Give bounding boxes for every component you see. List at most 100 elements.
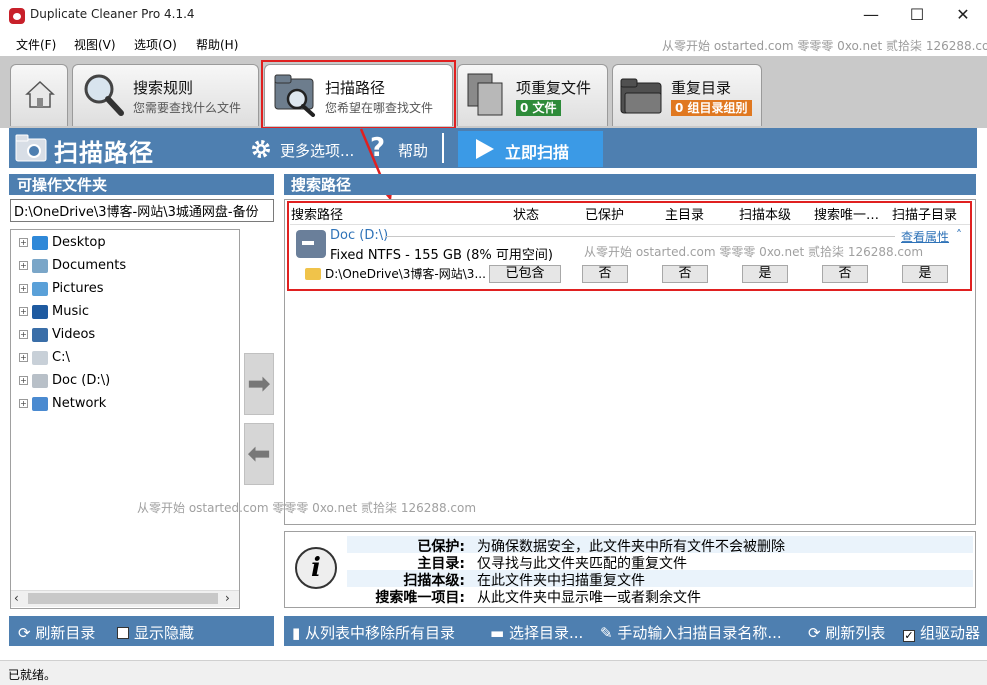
arrow-left-icon: ⬅ [247, 437, 271, 470]
group-drive-checkbox[interactable]: ✓ 组驱动器 [903, 622, 987, 643]
expand-icon[interactable]: + [19, 330, 28, 339]
legend-row: 搜索唯一项目: 从此文件夹中显示唯一或者剩余文件 [347, 587, 973, 606]
tree-item-desktop[interactable]: + Desktop [19, 235, 106, 255]
refresh-icon: ⟳ [18, 624, 31, 642]
expand-icon[interactable]: + [19, 284, 28, 293]
toolbar-title: 扫描路径 [54, 139, 154, 167]
tab-duplicate-files[interactable]: 项重复文件 0 文件 [457, 64, 608, 126]
documents-icon [32, 258, 48, 273]
tree-item-c-drive[interactable]: + C:\ [19, 350, 70, 370]
play-icon [476, 139, 494, 159]
legend-row: 主目录: 仅寻找与此文件夹匹配的重复文件 [347, 553, 973, 572]
tree-item-label: C:\ [52, 350, 70, 365]
window-title: Duplicate Cleaner Pro 4.1.4 [30, 7, 195, 21]
more-options-button[interactable]: 更多选项... [280, 140, 354, 161]
videos-icon [32, 327, 48, 342]
gear-icon [252, 140, 270, 158]
search-path-header [284, 174, 976, 195]
drive-icon [32, 373, 48, 388]
pencil-icon: ✎ [600, 624, 613, 642]
home-icon [25, 80, 55, 108]
expand-icon[interactable]: + [19, 353, 28, 362]
search-path-title: 搜索路径 [291, 176, 352, 194]
tree-item-music[interactable]: + Music [19, 304, 89, 324]
tree-item-label: Network [52, 396, 107, 411]
folder-search-icon [15, 134, 47, 162]
expand-icon[interactable]: + [19, 399, 28, 408]
checkbox-icon[interactable] [117, 627, 129, 639]
tab-duplicate-folders[interactable]: 重复目录 0 组目录组别 [612, 64, 762, 126]
menu-view[interactable]: 视图(V) [74, 36, 116, 53]
remove-all-label: 从列表中移除所有目录 [305, 624, 456, 642]
folders-icon [620, 78, 662, 114]
refresh-list-button[interactable]: ⟳ 刷新列表 [808, 622, 885, 643]
toolbar-divider [442, 133, 444, 163]
desktop-icon [32, 235, 48, 250]
refresh-folders-label: 刷新目录 [35, 624, 96, 642]
arrow-right-icon: ➡ [247, 367, 271, 400]
tree-item-documents[interactable]: + Documents [19, 258, 126, 278]
app-logo-icon [9, 8, 25, 24]
tab-criteria-subtitle: 您需要查找什么文件 [133, 101, 242, 115]
tab-duplicate-folders-title: 重复目录 [671, 79, 732, 97]
tab-criteria[interactable]: 搜索规则 您需要查找什么文件 [72, 64, 259, 126]
tree-item-label: Videos [52, 327, 96, 342]
folder-path-input[interactable] [10, 199, 274, 222]
magnifier-icon [84, 74, 124, 116]
tab-criteria-title: 搜索规则 [133, 79, 194, 97]
legend-value: 从此文件夹中显示唯一或者剩余文件 [477, 590, 701, 606]
tree-item-label: Pictures [52, 281, 104, 296]
status-bar [0, 660, 987, 685]
menu-help[interactable]: 帮助(H) [196, 36, 238, 53]
pictures-icon [32, 281, 48, 296]
folder-icon: ▬ [490, 624, 505, 642]
remove-all-folders-button[interactable]: ▮ 从列表中移除所有目录 [292, 622, 455, 643]
scrollbar-thumb[interactable] [28, 593, 218, 604]
watermark: 从零开始 ostarted.com 零零零 0xo.net 贰拾柒 126288… [137, 501, 477, 515]
network-icon [32, 396, 48, 411]
select-folder-label: 选择目录... [508, 624, 584, 642]
annotation-highlight-tab [261, 60, 456, 129]
tree-item-videos[interactable]: + Videos [19, 327, 95, 347]
refresh-folders-button[interactable]: ⟳ 刷新目录 [18, 622, 95, 643]
minimize-button[interactable]: — [848, 0, 894, 32]
legend-row: 已保护: 为确保数据安全，此文件夹中所有文件不会被删除 [347, 536, 973, 555]
operable-folders-title: 可操作文件夹 [17, 176, 108, 194]
scroll-right-icon[interactable]: › [225, 591, 230, 605]
checkbox-checked-icon[interactable]: ✓ [903, 630, 915, 642]
remove-from-list-button[interactable]: ⬅ [244, 423, 274, 485]
duplicate-files-count-badge: 0 文件 [516, 100, 561, 116]
duplicate-files-icon [467, 73, 503, 116]
scroll-left-icon[interactable]: ‹ [14, 591, 19, 605]
show-hidden-label: 显示隐藏 [134, 624, 195, 642]
legend-key: 搜索唯一项目: [375, 590, 465, 606]
select-folder-button[interactable]: ▬ 选择目录... [490, 622, 583, 643]
maximize-button[interactable]: ☐ [894, 0, 940, 32]
tree-item-network[interactable]: + Network [19, 396, 106, 416]
tab-home[interactable] [10, 64, 68, 126]
menu-file[interactable]: 文件(F) [16, 36, 56, 53]
tree-item-d-drive[interactable]: + Doc (D:\) [19, 373, 110, 393]
show-hidden-checkbox[interactable]: 显示隐藏 [117, 622, 194, 643]
manual-input-button[interactable]: ✎ 手动输入扫描目录名称... [600, 622, 782, 643]
scan-now-label: 立即扫描 [505, 143, 570, 162]
add-to-list-button[interactable]: ➡ [244, 353, 274, 415]
menu-options[interactable]: 选项(O) [134, 36, 177, 53]
tree-item-label: Desktop [52, 235, 106, 250]
tree-item-label: Doc (D:\) [52, 373, 111, 388]
info-icon: i [295, 547, 337, 589]
expand-icon[interactable]: + [19, 238, 28, 247]
drive-icon [32, 350, 48, 365]
legend-row: 扫描本级: 在此文件夹中扫描重复文件 [347, 570, 973, 589]
folder-tree[interactable]: + Desktop + Documents + Pictures + Music + Vi… [10, 229, 240, 609]
tree-item-pictures[interactable]: + Pictures [19, 281, 103, 301]
expand-icon[interactable]: + [19, 376, 28, 385]
expand-icon[interactable]: + [19, 261, 28, 270]
tree-item-label: Documents [52, 258, 127, 273]
refresh-icon: ⟳ [808, 624, 821, 642]
annotation-highlight-box [287, 201, 972, 291]
document-icon: ▮ [292, 624, 301, 642]
close-button[interactable]: ✕ [940, 0, 986, 32]
music-icon [32, 304, 48, 319]
expand-icon[interactable]: + [19, 307, 28, 316]
